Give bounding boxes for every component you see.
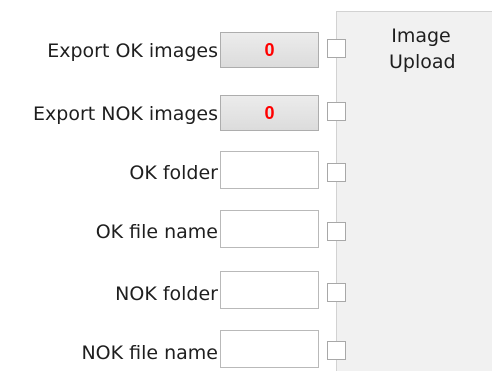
ok-file-name-label: OK file name xyxy=(95,221,218,243)
nok-file-name-checkbox[interactable] xyxy=(327,341,346,360)
image-upload-title: Image Upload xyxy=(389,25,456,73)
export-ok-images-label: Export OK images xyxy=(47,40,218,62)
ok-folder-input[interactable] xyxy=(220,151,319,189)
export-nok-images-count: 0 xyxy=(220,95,319,131)
nok-folder-label: NOK folder xyxy=(115,283,218,305)
ok-file-name-checkbox[interactable] xyxy=(327,222,346,241)
export-nok-images-label: Export NOK images xyxy=(33,103,218,125)
nok-folder-checkbox[interactable] xyxy=(327,283,346,302)
ok-folder-checkbox[interactable] xyxy=(327,163,346,182)
nok-file-name-label: NOK file name xyxy=(81,342,218,364)
export-ok-images-checkbox[interactable] xyxy=(327,39,346,58)
export-ok-images-count: 0 xyxy=(220,32,319,68)
ok-file-name-input[interactable] xyxy=(220,210,319,248)
nok-folder-input[interactable] xyxy=(220,271,319,309)
nok-file-name-input[interactable] xyxy=(220,330,319,368)
export-nok-images-checkbox[interactable] xyxy=(327,102,346,121)
ok-folder-label: OK folder xyxy=(129,162,218,184)
